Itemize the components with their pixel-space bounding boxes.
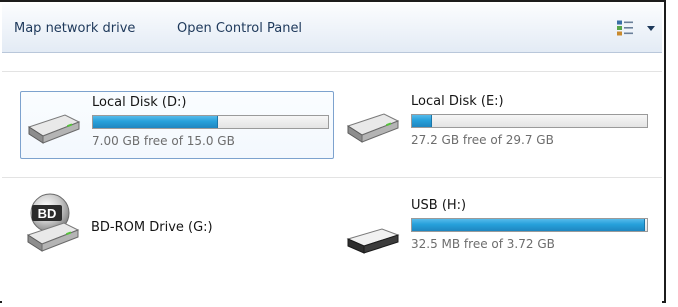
chevron-down-icon[interactable]	[645, 22, 657, 34]
drive-tile-g[interactable]: BD BD-ROM Drive (G:)	[20, 193, 334, 263]
explorer-window: Map network drive Open Control Panel Loc…	[0, 0, 666, 303]
bd-rom-drive-icon: BD	[26, 193, 80, 252]
hard-drive-icon	[346, 113, 400, 143]
usb-drive-icon	[346, 228, 400, 254]
usage-bar-fill	[412, 115, 432, 127]
map-network-drive-button[interactable]: Map network drive	[11, 19, 138, 39]
free-space-text: 7.00 GB free of 15.0 GB	[92, 134, 235, 148]
usage-bar	[92, 115, 329, 129]
usage-bar-fill	[93, 116, 219, 128]
drive-tile-d[interactable]: Local Disk (D:) 7.00 GB free of 15.0 GB	[20, 91, 334, 159]
group-divider	[2, 177, 662, 178]
drives-pane: Local Disk (D:) 7.00 GB free of 15.0 GB …	[2, 53, 662, 303]
drive-name: Local Disk (D:)	[92, 95, 187, 110]
usage-bar-fill	[412, 219, 645, 231]
usage-bar	[411, 114, 648, 128]
free-space-text: 32.5 MB free of 3.72 GB	[411, 237, 555, 251]
drive-name: Local Disk (E:)	[411, 94, 504, 109]
top-divider	[2, 71, 662, 72]
hard-drive-icon	[27, 114, 81, 144]
change-view-icon[interactable]	[616, 19, 634, 37]
drive-name: BD-ROM Drive (G:)	[91, 220, 213, 235]
drive-tile-e[interactable]: Local Disk (E:) 27.2 GB free of 29.7 GB	[340, 91, 654, 159]
drive-tile-h[interactable]: USB (H:) 32.5 MB free of 3.72 GB	[340, 195, 654, 263]
bd-badge: BD	[38, 206, 57, 221]
open-control-panel-button[interactable]: Open Control Panel	[174, 19, 305, 39]
free-space-text: 27.2 GB free of 29.7 GB	[411, 133, 554, 147]
drive-name: USB (H:)	[411, 198, 467, 213]
usage-bar	[411, 218, 648, 232]
command-bar: Map network drive Open Control Panel	[2, 4, 662, 53]
